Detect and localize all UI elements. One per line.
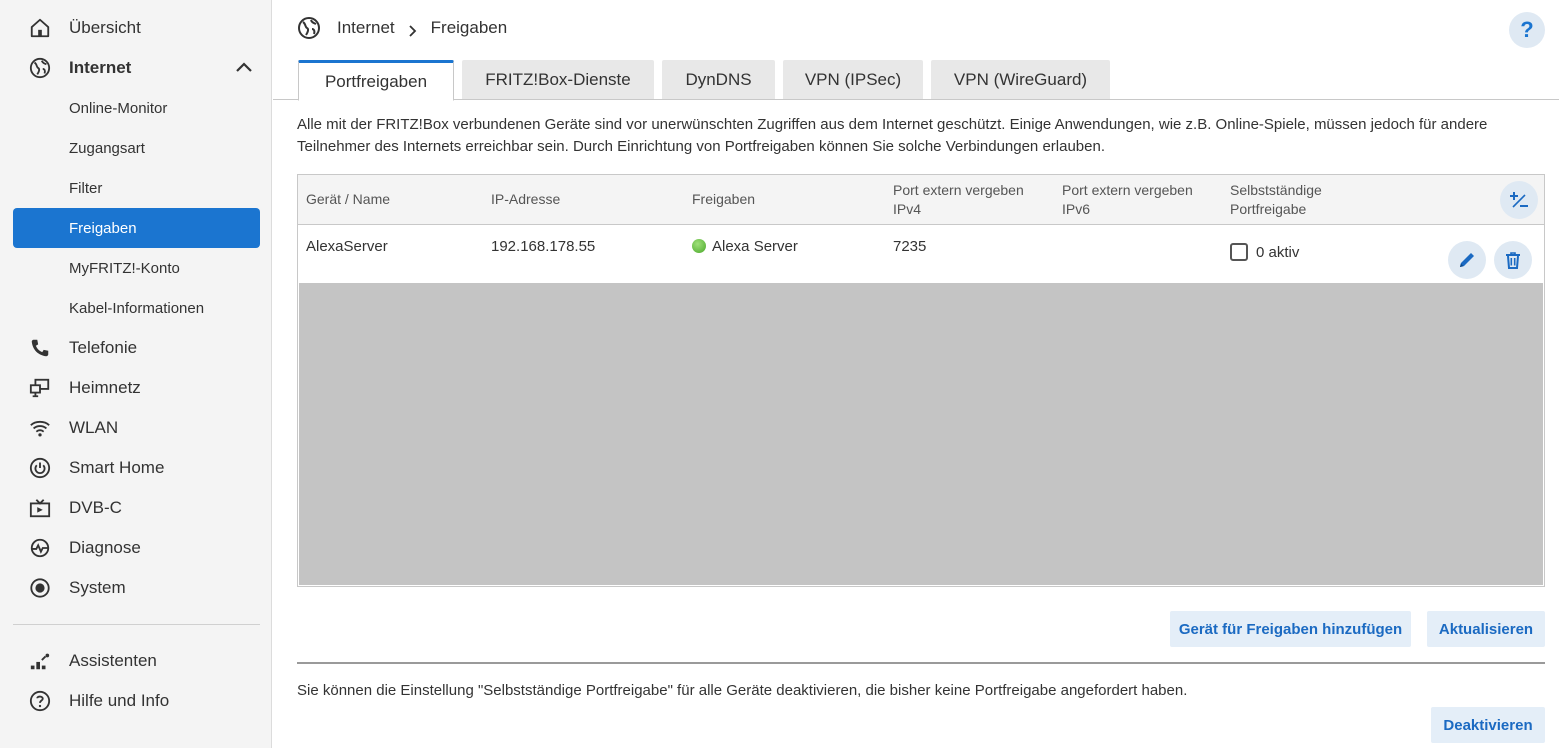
delete-button[interactable] (1494, 241, 1532, 279)
nav-item-system[interactable]: System (0, 568, 272, 608)
sidebar-subitem-kabel-informationen[interactable]: Kabel-Informationen (13, 288, 260, 328)
add-device-button[interactable]: Gerät für Freigaben hinzufügen (1170, 611, 1411, 647)
refresh-button[interactable]: Aktualisieren (1427, 611, 1545, 647)
nav-item-telefonie[interactable]: Telefonie (0, 328, 272, 368)
help-icon (28, 689, 52, 713)
deactivate-note: Sie können die Einstellung "Selbstständi… (297, 682, 1188, 699)
deactivate-button[interactable]: Deaktivieren (1431, 707, 1545, 743)
cell-device: AlexaServer (306, 238, 388, 255)
tab-dyndns[interactable]: DynDNS (662, 60, 775, 100)
nav-item-heimnetz[interactable]: Heimnetz (0, 368, 272, 408)
table-row: AlexaServer 192.168.178.55 Alexa Server … (298, 225, 1544, 282)
globe-icon (28, 56, 52, 80)
share-name: Alexa Server (712, 238, 798, 255)
sidebar-subitem-freigaben[interactable]: Freigaben (13, 208, 260, 248)
tv-icon (28, 496, 52, 520)
phone-icon (28, 336, 52, 360)
table-header: Gerät / Name IP-Adresse Freigaben Port e… (298, 175, 1544, 225)
breadcrumb-page: Freigaben (430, 18, 508, 37)
nav-item-label: Assistenten (69, 651, 157, 670)
nav-item-label: Smart Home (69, 458, 165, 477)
nav-item-dvb-c[interactable]: DVB-C (0, 488, 272, 528)
main-content: Internet Freigaben ? Portfreigaben FRITZ… (273, 0, 1559, 748)
column-header-port-ipv6: Port extern vergeben IPv6 (1062, 182, 1193, 217)
nav-item-label: Heimnetz (69, 378, 141, 397)
section-divider (297, 662, 1545, 664)
globe-icon (297, 16, 321, 40)
cell-share: Alexa Server (692, 238, 798, 255)
tab-portfreigaben[interactable]: Portfreigaben (298, 60, 454, 101)
tab-vpn-wireguard[interactable]: VPN (WireGuard) (931, 60, 1110, 100)
subitem-label: Filter (69, 179, 103, 197)
nav-item-assistenten[interactable]: Assistenten (0, 641, 272, 681)
system-icon (28, 576, 52, 600)
nav-item-label: Diagnose (69, 538, 141, 557)
subitem-label: MyFRITZ!-Konto (69, 259, 180, 277)
nav-item-internet[interactable]: Internet (0, 48, 272, 88)
assistant-icon (28, 649, 52, 673)
network-icon (28, 376, 52, 400)
nav-item-label: Telefonie (69, 338, 138, 357)
pencil-icon (1460, 253, 1474, 267)
edit-button[interactable] (1448, 241, 1486, 279)
help-button[interactable]: ? (1509, 12, 1545, 48)
cell-port-ipv4: 7235 (893, 238, 927, 255)
diagnose-icon (28, 536, 52, 560)
subitem-label: Freigaben (69, 219, 137, 237)
sidebar-subitem-zugangsart[interactable]: Zugangsart (13, 128, 260, 168)
nav-item-diagnose[interactable]: Diagnose (0, 528, 272, 568)
self-share-label: 0 aktiv (1256, 244, 1300, 261)
nav-item-label: Hilfe und Info (69, 691, 170, 710)
column-header-ip: IP-Adresse (491, 191, 561, 207)
nav-item-label: WLAN (69, 418, 119, 437)
home-icon (28, 16, 52, 40)
subitem-label: Kabel-Informationen (69, 299, 205, 317)
nav-item-uebersicht[interactable]: Übersicht (0, 8, 272, 48)
column-header-device: Gerät / Name (306, 191, 391, 207)
nav-item-label: Übersicht (69, 18, 141, 37)
wifi-icon (28, 416, 52, 440)
redacted-area (299, 283, 1543, 585)
power-icon (28, 456, 52, 480)
chevron-up-icon[interactable] (232, 56, 256, 80)
sidebar-subitem-filter[interactable]: Filter (13, 168, 260, 208)
tab-vpn-ipsec[interactable]: VPN (IPSec) (783, 60, 923, 100)
nav-item-smart-home[interactable]: Smart Home (0, 448, 272, 488)
nav-item-label: DVB-C (69, 498, 122, 517)
toggle-columns-button[interactable] (1500, 181, 1538, 219)
nav-item-wlan[interactable]: WLAN (0, 408, 272, 448)
breadcrumb-section[interactable]: Internet (337, 18, 395, 38)
column-header-port-ipv4: Port extern vergeben IPv4 (893, 182, 1024, 217)
trash-icon (1506, 252, 1520, 269)
column-header-self: Selbstständige Portfreigabe (1230, 182, 1322, 217)
cell-ip: 192.168.178.55 (491, 238, 596, 255)
sidebar-subitem-myfritz-konto[interactable]: MyFRITZ!-Konto (13, 248, 260, 288)
subitem-label: Online-Monitor (69, 99, 168, 117)
sidebar-subitem-online-monitor[interactable]: Online-Monitor (13, 88, 260, 128)
intro-text: Alle mit der FRITZ!Box verbundenen Gerät… (297, 116, 1488, 155)
sidebar: Übersicht Internet Online-Monitor Zugang… (0, 0, 272, 748)
self-share-checkbox[interactable] (1230, 243, 1248, 261)
nav-item-label: Internet (69, 58, 132, 77)
plus-minus-icon (1510, 192, 1528, 208)
breadcrumb: Internet Freigaben (297, 16, 507, 40)
port-forwarding-table: Gerät / Name IP-Adresse Freigaben Port e… (297, 174, 1545, 587)
column-header-shares: Freigaben (692, 191, 756, 207)
tab-fritzbox-dienste[interactable]: FRITZ!Box-Dienste (462, 60, 654, 100)
subitem-label: Zugangsart (69, 139, 145, 157)
sidebar-divider (13, 624, 260, 625)
status-dot-icon (692, 239, 706, 253)
tab-underline (273, 99, 1559, 100)
chevron-right-icon (407, 22, 419, 37)
nav-item-label: System (69, 578, 126, 597)
nav-item-hilfe-und-info[interactable]: Hilfe und Info (0, 681, 272, 721)
